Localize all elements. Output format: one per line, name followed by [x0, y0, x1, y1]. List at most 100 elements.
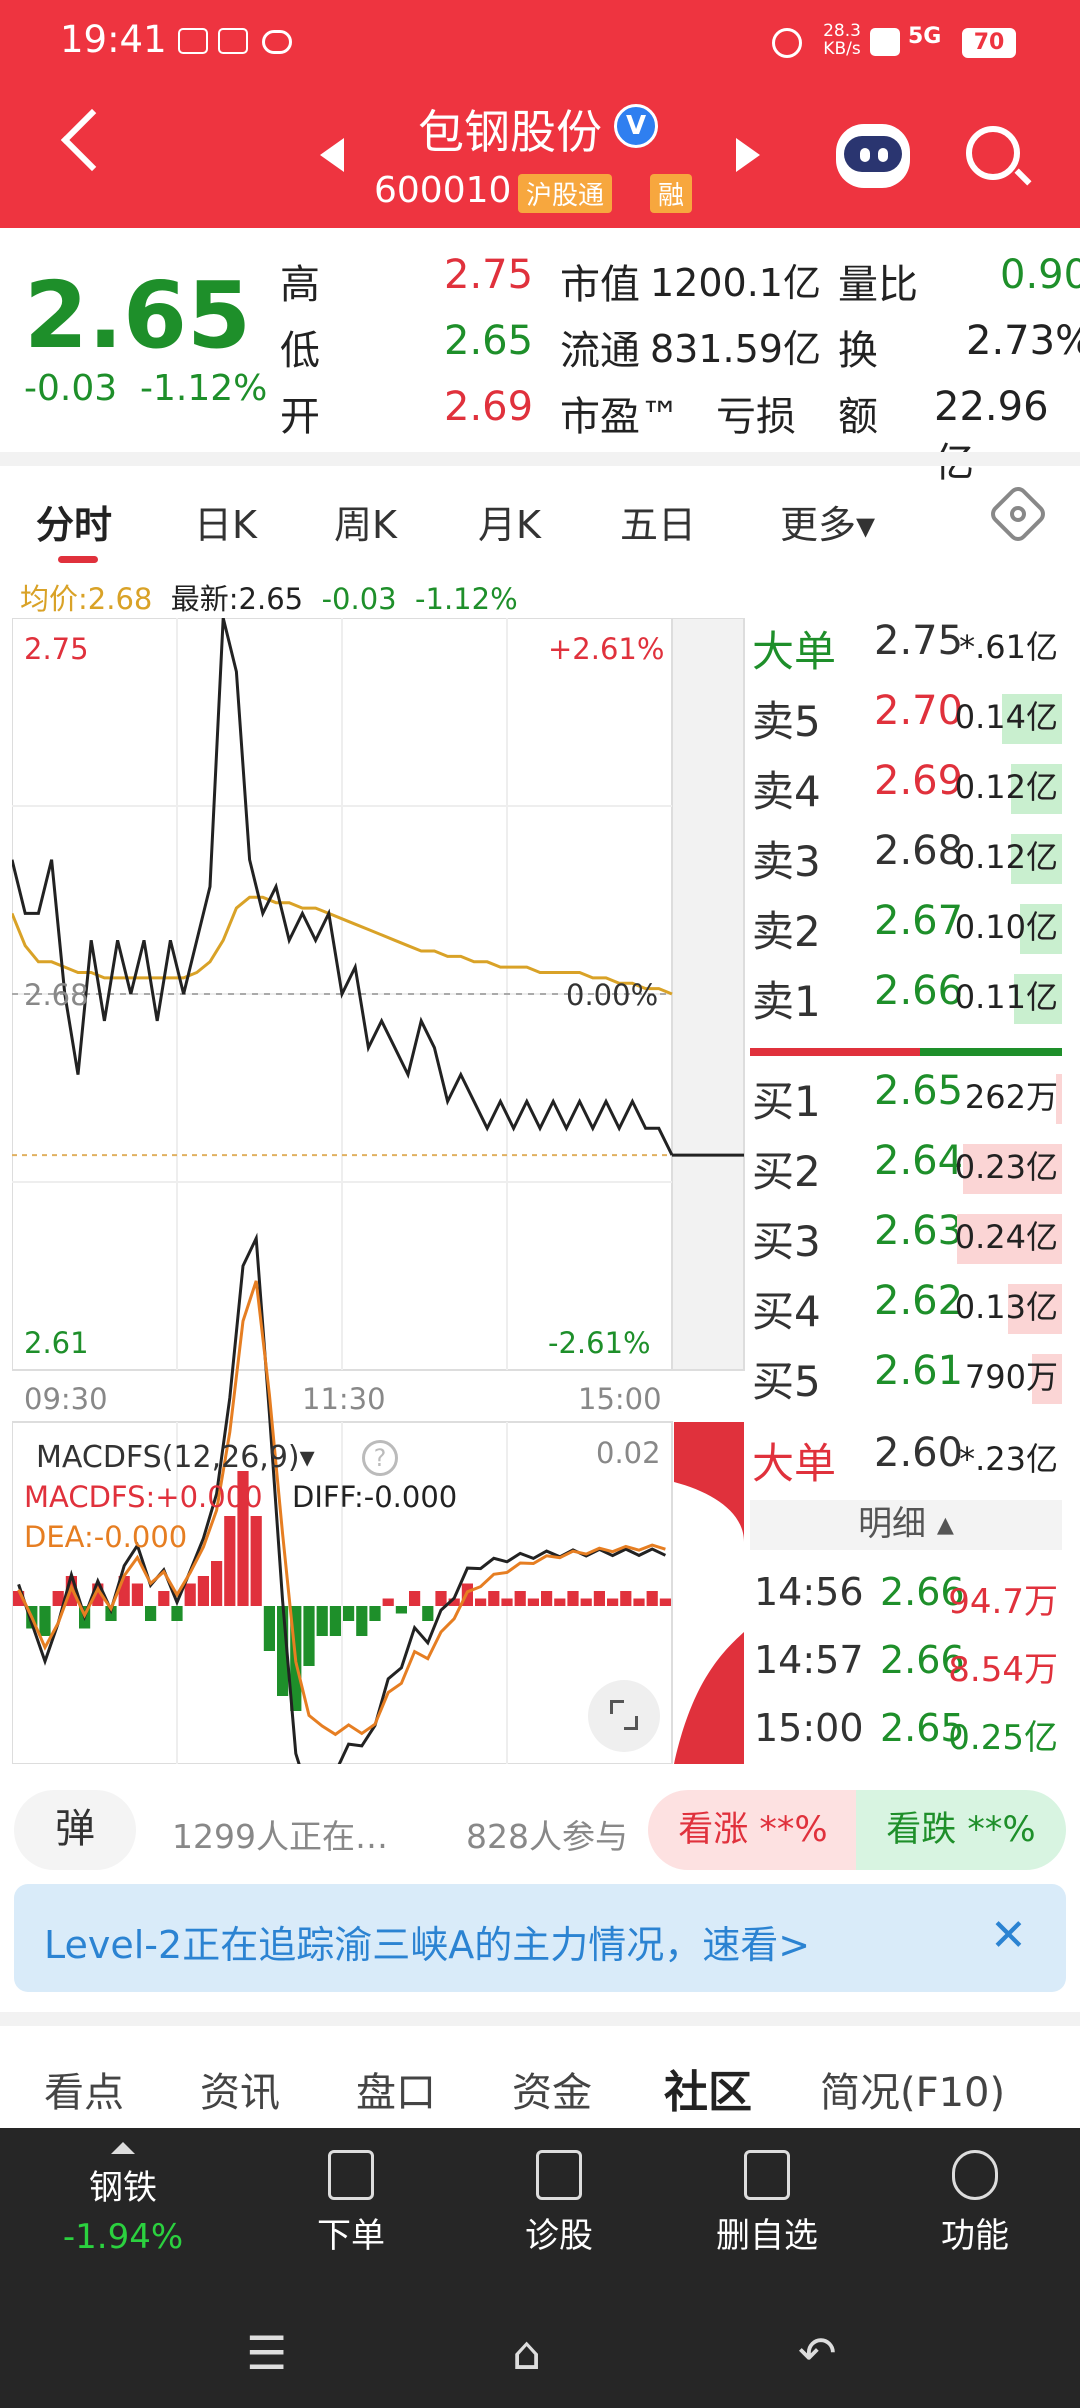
battery-icon: 70: [962, 28, 1016, 58]
ask-price: 2.70: [874, 688, 964, 734]
current-price: 2.65: [24, 262, 251, 369]
macd-bar: [541, 1591, 553, 1606]
tab-orderbook[interactable]: 盘口: [356, 2060, 436, 2118]
news-app-icon: [218, 28, 248, 54]
net-speed: 28.3 KB/s: [823, 21, 861, 59]
recent-apps-icon[interactable]: ☰: [246, 2326, 287, 2380]
fullscreen-button[interactable]: [588, 1680, 660, 1752]
next-stock-icon[interactable]: [736, 138, 760, 172]
ask-row[interactable]: 卖5 2.70 0.14亿: [752, 688, 1062, 748]
bid-row[interactable]: 买5 2.61 790万: [752, 1348, 1062, 1408]
prev-stock-icon[interactable]: [320, 138, 344, 172]
bid-row[interactable]: 买2 2.64 0.23亿: [752, 1138, 1062, 1198]
macd-bar: [250, 1516, 262, 1606]
bid-volume: 0.23亿: [954, 1148, 1058, 1186]
bid-row[interactable]: 买3 2.63 0.24亿: [752, 1208, 1062, 1268]
pe-label: 市盈™: [560, 394, 680, 440]
tab-intraday[interactable]: 分时: [36, 494, 112, 549]
price-change: -0.03: [24, 368, 118, 409]
robot-assistant-icon[interactable]: [836, 124, 910, 188]
nav-remove-watchlist[interactable]: 删自选: [692, 2138, 842, 2278]
bid-row[interactable]: 买1 2.65 262万: [752, 1068, 1062, 1128]
big-sell-volume: *.61亿: [959, 628, 1058, 666]
macd-bar: [211, 1561, 223, 1606]
nav-order[interactable]: 下单: [276, 2138, 426, 2278]
tab-news[interactable]: 资讯: [200, 2060, 280, 2118]
intraday-chart[interactable]: [12, 618, 748, 1764]
macd-bar: [659, 1598, 671, 1606]
detail-header[interactable]: 明细 ▴: [750, 1500, 1062, 1550]
ask-row[interactable]: 卖4 2.69 0.12亿: [752, 758, 1062, 818]
ask-price: 2.67: [874, 898, 964, 944]
macd-bar: [316, 1606, 328, 1636]
low-value: 2.65: [444, 318, 534, 364]
macd-bar: [131, 1583, 143, 1606]
tab-daily-k[interactable]: 日K: [194, 494, 257, 549]
ask-row[interactable]: 卖2 2.67 0.10亿: [752, 898, 1062, 958]
expand-icon: [610, 1700, 624, 1714]
help-icon[interactable]: ?: [362, 1440, 398, 1476]
dea-value: DEA:-0.000: [24, 1520, 188, 1554]
macd-bar: [567, 1591, 579, 1606]
trade-time: 15:00: [754, 1706, 864, 1750]
macd-bar: [369, 1606, 381, 1621]
nav-diagnose-label: 诊股: [525, 2216, 593, 2256]
pct-mid-label: 0.00%: [566, 978, 659, 1012]
tab-more[interactable]: 更多▾: [780, 494, 875, 549]
macd-bar: [607, 1598, 619, 1606]
macd-title[interactable]: MACDFS(12,26,9)▾: [36, 1440, 315, 1475]
macd-bar: [329, 1606, 341, 1636]
ask-row[interactable]: 卖3 2.68 0.12亿: [752, 828, 1062, 888]
macd-top-value: 0.02: [596, 1436, 661, 1470]
y-max-label: 2.75: [24, 632, 89, 666]
nav-diagnose[interactable]: 诊股: [484, 2138, 634, 2278]
macd-bar: [554, 1598, 566, 1606]
macd-bar: [646, 1591, 658, 1606]
tab-underline: [58, 556, 98, 563]
tab-monthly-k[interactable]: 月K: [478, 494, 541, 549]
latest-change: -0.03: [321, 582, 397, 616]
diagnose-icon: [536, 2150, 582, 2200]
trade-volume: 8.54万: [948, 1650, 1058, 1690]
bid-price: 2.64: [874, 1138, 964, 1184]
stock-code: 600010: [374, 170, 512, 211]
bid-row[interactable]: 买4 2.62 0.13亿: [752, 1278, 1062, 1338]
tab-weekly-k[interactable]: 周K: [334, 494, 397, 549]
float-cap-value: 831.59亿: [650, 327, 821, 371]
ask-volume: 0.10亿: [954, 908, 1058, 946]
pct-max-label: +2.61%: [548, 632, 665, 666]
bearish-vote-button[interactable]: 看跌 **%: [856, 1790, 1066, 1870]
tab-five-day[interactable]: 五日: [620, 494, 696, 549]
close-icon[interactable]: ✕: [990, 1910, 1027, 1961]
margin-tag: 融: [650, 174, 693, 213]
settings-icon[interactable]: [986, 482, 1050, 546]
market-cap-value: 1200.1亿: [650, 261, 821, 305]
tab-funds[interactable]: 资金: [512, 2060, 592, 2118]
macd-bar: [197, 1576, 209, 1606]
macd-bar: [620, 1591, 632, 1606]
tab-community[interactable]: 社区: [664, 2056, 752, 2120]
danmaku-button[interactable]: 弹: [14, 1790, 136, 1870]
ask-row[interactable]: 卖1 2.66 0.11亿: [752, 968, 1062, 1028]
back-nav-icon[interactable]: ↶: [798, 2326, 837, 2380]
bid-label: 买4: [752, 1287, 821, 1336]
nav-sector[interactable]: 钢铁 -1.94%: [48, 2138, 198, 2278]
tab-f10[interactable]: 简况(F10): [820, 2060, 1005, 2118]
tab-highlights[interactable]: 看点: [44, 2060, 124, 2118]
trade-volume: 0.25亿: [948, 1718, 1058, 1758]
bullish-vote-button[interactable]: 看涨 **%: [648, 1790, 858, 1870]
ask-volume: 0.14亿: [954, 698, 1058, 736]
search-icon[interactable]: [966, 126, 1020, 180]
home-icon[interactable]: ⌂: [512, 2326, 541, 2380]
banner-text[interactable]: Level-2正在追踪渝三峡A的主力情况，速看>: [44, 1914, 810, 1969]
low-label: 低: [280, 328, 320, 374]
time-mid: 11:30: [302, 1382, 386, 1416]
macd-bar: [488, 1591, 500, 1606]
macd-bar: [303, 1606, 315, 1666]
hd-icon: [870, 28, 900, 56]
y-mid-label: 2.68: [24, 978, 89, 1012]
big-sell-price: 2.75: [874, 618, 964, 664]
bid-volume: 790万: [964, 1358, 1058, 1396]
back-arrow-icon[interactable]: [60, 108, 124, 172]
nav-functions[interactable]: 功能: [900, 2138, 1050, 2278]
